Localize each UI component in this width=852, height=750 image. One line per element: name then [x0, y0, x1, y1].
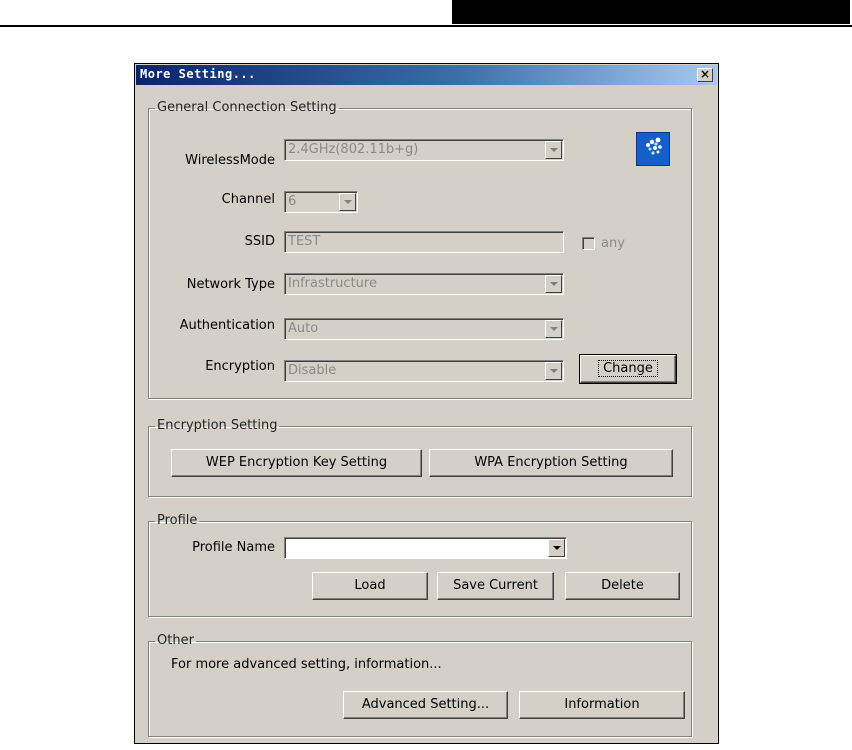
chevron-down-icon: [339, 193, 356, 211]
encryption-select[interactable]: Disable: [284, 360, 564, 382]
more-setting-dialog: More Setting... × General Connection Set…: [134, 63, 719, 744]
chevron-down-icon: [545, 275, 562, 293]
wpa-encryption-setting-button[interactable]: WPA Encryption Setting: [429, 449, 673, 477]
network-type-value: Infrastructure: [288, 276, 377, 291]
other-legend: Other: [157, 633, 194, 648]
ssid-input[interactable]: TEST: [284, 231, 564, 253]
dialog-title: More Setting...: [140, 67, 256, 81]
encryption-setting-legend: Encryption Setting: [157, 418, 278, 433]
close-button[interactable]: ×: [697, 68, 713, 82]
wireless-network-icon: [636, 132, 670, 166]
wep-encryption-key-button[interactable]: WEP Encryption Key Setting: [171, 449, 422, 477]
profile-group: Profile: [148, 514, 692, 617]
header-black-bar: [452, 0, 850, 24]
change-button[interactable]: Change: [579, 354, 677, 384]
authentication-select[interactable]: Auto: [284, 318, 564, 340]
delete-button[interactable]: Delete: [565, 572, 680, 600]
chevron-down-icon: [545, 320, 562, 338]
wireless-mode-label: WirelessMode: [185, 153, 275, 168]
profile-name-label: Profile Name: [192, 540, 275, 555]
general-connection-legend: General Connection Setting: [157, 100, 337, 115]
profile-name-combobox[interactable]: [284, 537, 567, 559]
profile-legend: Profile: [157, 513, 198, 528]
channel-label: Channel: [221, 192, 275, 207]
network-type-label: Network Type: [186, 277, 275, 292]
any-checkbox[interactable]: [582, 237, 595, 250]
title-bar: More Setting... ×: [136, 65, 717, 85]
other-group: Other: [148, 634, 692, 737]
chevron-down-icon: [545, 141, 562, 159]
ssid-value: TEST: [288, 234, 321, 249]
change-button-label: Change: [598, 360, 658, 377]
encryption-value: Disable: [288, 363, 337, 378]
authentication-value: Auto: [288, 321, 319, 336]
information-button[interactable]: Information: [519, 691, 685, 719]
any-checkbox-label: any: [601, 236, 625, 251]
ssid-label: SSID: [244, 234, 275, 249]
chevron-down-icon[interactable]: [548, 539, 565, 557]
authentication-label: Authentication: [179, 318, 275, 333]
network-type-select[interactable]: Infrastructure: [284, 273, 564, 295]
encryption-label: Encryption: [205, 359, 275, 374]
wireless-mode-select[interactable]: 2.4GHz(802.11b+g): [284, 139, 564, 161]
other-description: For more advanced setting, information..…: [171, 657, 442, 672]
save-current-button[interactable]: Save Current: [437, 572, 554, 600]
wireless-mode-value: 2.4GHz(802.11b+g): [288, 142, 419, 157]
channel-value: 6: [288, 194, 297, 209]
chevron-down-icon: [545, 362, 562, 380]
advanced-setting-button[interactable]: Advanced Setting...: [343, 691, 508, 719]
header-rule: [0, 25, 852, 27]
channel-select[interactable]: 6: [284, 191, 358, 213]
load-button[interactable]: Load: [312, 572, 428, 600]
